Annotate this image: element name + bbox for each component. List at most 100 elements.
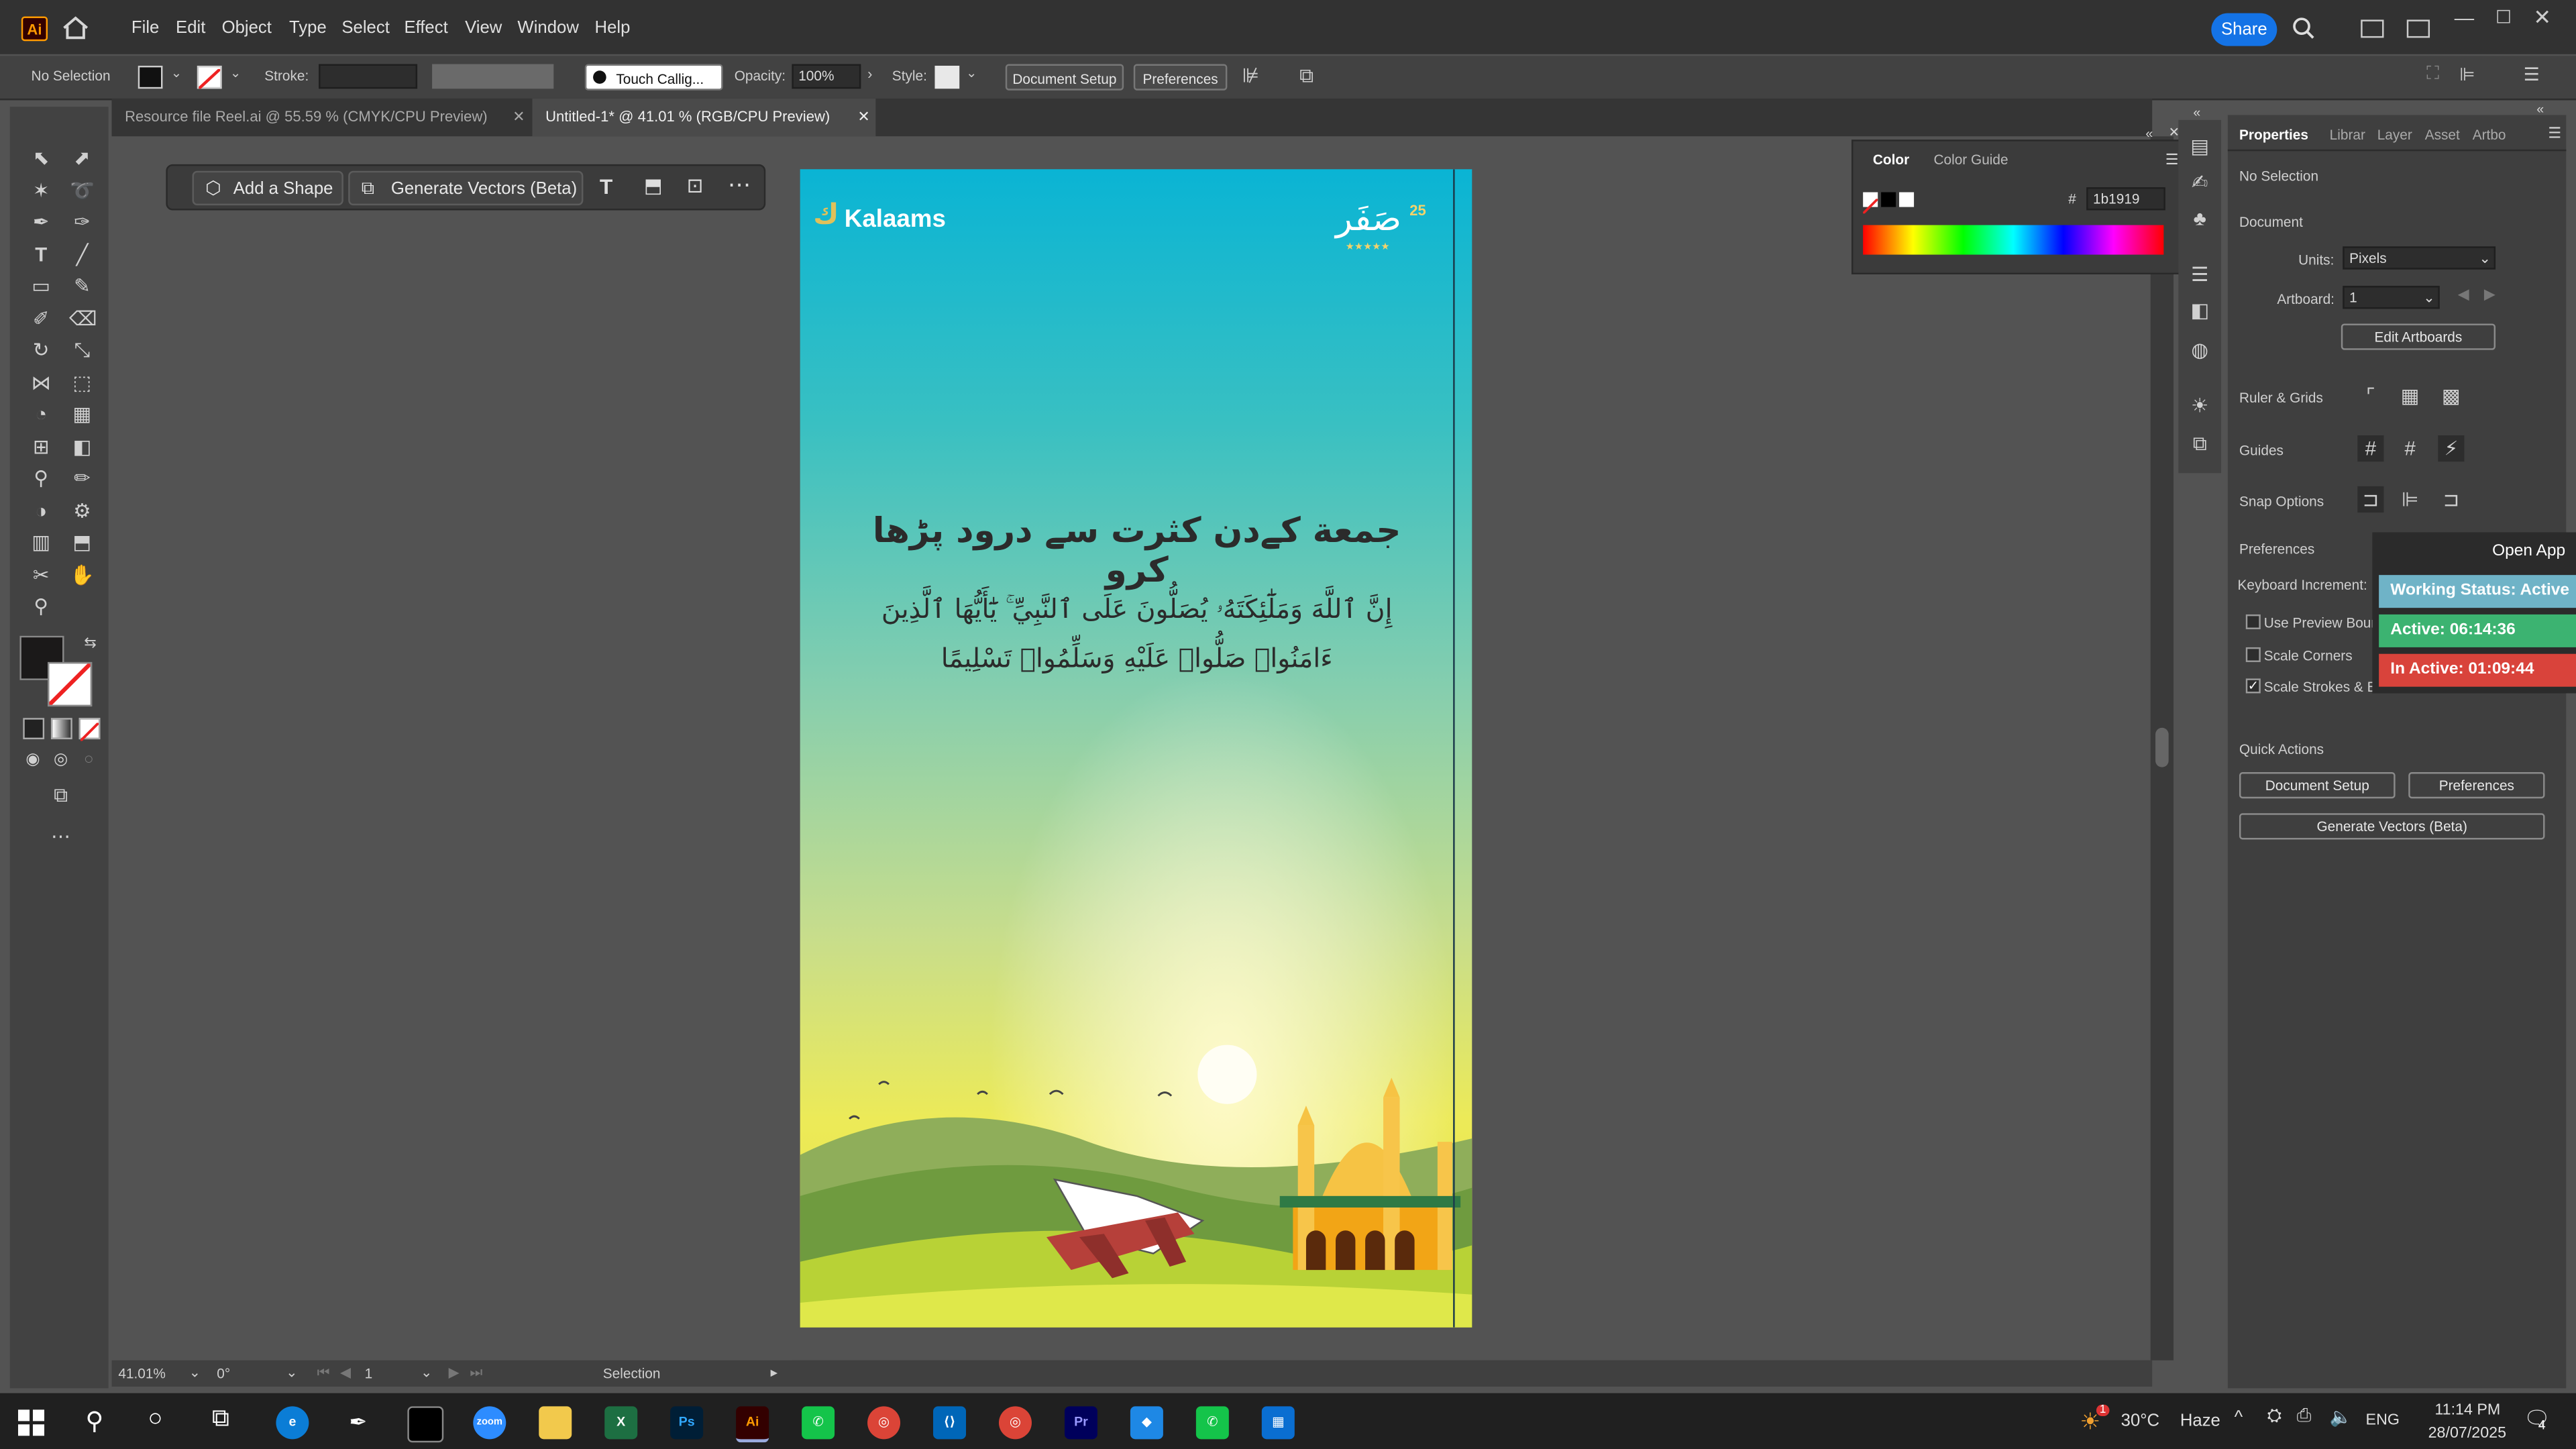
photoshop-icon[interactable]: Ps [670, 1406, 704, 1440]
stroke-swatch[interactable] [197, 65, 222, 90]
menu-window[interactable]: Window [517, 18, 578, 38]
notifications-icon[interactable]: 🗨 [2524, 1406, 2551, 1432]
gradient-mode-icon[interactable] [50, 718, 72, 740]
vertical-scrollbar[interactable] [2150, 136, 2174, 1360]
chevron-down-icon[interactable]: ⌄ [286, 1364, 297, 1382]
libraries-icon[interactable]: ▤ [2187, 133, 2213, 159]
white-swatch[interactable] [1899, 192, 1915, 207]
edge-icon[interactable]: e [276, 1406, 309, 1440]
draw-behind-icon[interactable]: ◎ [48, 747, 74, 773]
task-view-icon[interactable]: ⧉ [212, 1405, 229, 1433]
illustrator-taskbar-icon[interactable]: Ai [736, 1406, 769, 1443]
slice-tool-icon[interactable]: ✂ [28, 562, 54, 588]
type-icon[interactable]: T [600, 174, 612, 199]
chevron-right-icon[interactable]: ▸ [771, 1364, 777, 1382]
tab-asset[interactable]: Asset [2425, 127, 2460, 143]
isolate-icon[interactable]: ⛶ [2426, 64, 2439, 86]
use-preview-bounds-checkbox[interactable] [2245, 614, 2261, 629]
scale-tool-icon[interactable]: ⤡ [69, 337, 95, 363]
tab-layers[interactable]: Layer [2377, 127, 2412, 143]
generate-vectors-button[interactable]: ⧉ Generate Vectors (Beta) [348, 170, 584, 206]
appearance-icon[interactable]: ☀ [2187, 392, 2213, 419]
width-tool-icon[interactable]: ⋈ [28, 370, 54, 396]
align-panel-icon[interactable]: ⊫ [2459, 64, 2475, 85]
blend-tool-icon[interactable]: ◑ [28, 498, 54, 524]
share-button[interactable]: Share [2211, 13, 2277, 46]
lock-guides-icon[interactable]: # [2397, 435, 2423, 462]
file-explorer-icon[interactable] [539, 1406, 572, 1440]
menu-help[interactable]: Help [595, 18, 631, 38]
direct-selection-tool-icon[interactable]: ⬈ [69, 145, 95, 171]
image-trace-icon[interactable]: ⊡ [687, 174, 704, 197]
selection-tool-icon[interactable]: ⬉ [28, 145, 54, 171]
scale-corners-checkbox[interactable] [2245, 647, 2261, 662]
close-icon[interactable]: ✕ [2533, 5, 2551, 31]
none-swatch[interactable] [1862, 192, 1879, 215]
snap-to-pixel-icon[interactable]: ⊫ [2397, 486, 2423, 513]
add-shape-button[interactable]: ⬡ Add a Shape [192, 170, 343, 206]
transform-icon[interactable]: ⧉ [1299, 64, 1313, 89]
gradient-panel-icon[interactable]: ◧ [2187, 297, 2213, 323]
symbol-sprayer-icon[interactable]: ⚙ [69, 498, 95, 524]
preferences-button[interactable]: Preferences [1133, 64, 1228, 91]
zoom-icon[interactable]: zoom [473, 1406, 506, 1440]
artboard-tool-icon[interactable]: ⬒ [69, 529, 95, 555]
artboard[interactable]: ﻙ Kalaams صَفَر 25 ★★★★★ جمعة کےدن کثرت … [800, 169, 1472, 1328]
gradient-tool-icon[interactable]: ◧ [69, 434, 95, 460]
smart-guides-icon[interactable]: ⚡ [2438, 435, 2465, 462]
curvature-tool-icon[interactable]: ✑ [69, 209, 95, 235]
screen-mode-icon[interactable]: ⧉ [48, 782, 74, 808]
fill-swatch[interactable] [138, 65, 163, 89]
workspace-icon[interactable] [2361, 19, 2384, 38]
chevron-right-icon[interactable]: › [867, 66, 872, 82]
stroke-color-box[interactable] [48, 661, 93, 707]
graphic-style-swatch[interactable] [934, 65, 960, 89]
qa-generate-vectors-button[interactable]: Generate Vectors (Beta) [2239, 813, 2545, 840]
tab-resource-file[interactable]: Resource file Reel.ai @ 55.59 % (CMYK/CP… [111, 98, 531, 137]
collapse-icon[interactable]: « [2536, 102, 2544, 117]
symbols-icon[interactable]: ♣ [2187, 205, 2213, 231]
search-icon[interactable]: ⚲ [85, 1406, 103, 1436]
edit-artboards-button[interactable]: Edit Artboards [2341, 323, 2496, 350]
graph-tool-icon[interactable]: ▥ [28, 529, 54, 555]
document-setup-button[interactable]: Document Setup [1005, 64, 1124, 91]
network-icon[interactable]: ⎙ [2297, 1406, 2312, 1428]
menu-object[interactable]: Object [222, 18, 272, 38]
scale-strokes-checkbox[interactable]: ✓ [2245, 678, 2261, 694]
tab-color[interactable]: Color [1873, 151, 1909, 167]
volume-icon[interactable]: 🔈 [2330, 1406, 2353, 1428]
eraser-icon[interactable]: ⌫ [69, 306, 97, 332]
tab-artboards[interactable]: Artbo [2473, 127, 2506, 143]
pen-app-icon[interactable]: ✒ [341, 1406, 374, 1439]
color-spectrum[interactable] [1863, 225, 2164, 255]
close-icon[interactable]: ✕ [513, 99, 525, 136]
artboard-number[interactable]: 1 [365, 1365, 373, 1381]
prev-artboard-icon[interactable]: ◀ [340, 1364, 351, 1382]
snap-to-glyph-icon[interactable]: ⊐ [2438, 486, 2464, 513]
calculator-icon[interactable]: ▦ [1261, 1406, 1295, 1440]
chevron-down-icon[interactable]: ⌄ [966, 66, 977, 80]
hex-input[interactable]: 1b1919 [2086, 187, 2165, 211]
grid-icon[interactable]: ▦ [2397, 383, 2423, 409]
menu-type[interactable]: Type [289, 18, 327, 38]
more-tools-icon[interactable]: ⋯ [48, 823, 74, 849]
none-mode-icon[interactable] [78, 718, 101, 742]
eyedropper-icon[interactable]: ⚲ [28, 465, 54, 491]
mesh-tool-icon[interactable]: ⊞ [28, 434, 54, 460]
stroke-panel-icon[interactable]: ☰ [2187, 261, 2213, 287]
next-artboard-icon[interactable]: ▶ [449, 1364, 460, 1382]
chevron-down-icon[interactable]: ⌄ [189, 1364, 201, 1382]
paintbrush-icon[interactable]: ✎ [69, 273, 95, 299]
perspective-grid-icon[interactable]: ▦ [69, 401, 95, 427]
phone-app-2-icon[interactable]: ✆ [1195, 1406, 1229, 1440]
pen-tool-icon[interactable]: ✒ [28, 209, 54, 235]
menu-file[interactable]: File [131, 18, 159, 38]
rectangle-tool-icon[interactable]: ▭ [28, 273, 54, 299]
color-mode-icon[interactable] [23, 718, 45, 740]
black-swatch[interactable] [1881, 192, 1896, 207]
vscode-icon[interactable]: ⟨⟩ [933, 1406, 967, 1440]
weather-temperature[interactable]: 30°C [2121, 1411, 2159, 1431]
chevron-down-icon[interactable]: ⌄ [230, 66, 241, 80]
chrome-icon[interactable]: ◎ [867, 1406, 901, 1440]
magic-wand-icon[interactable]: ✶ [28, 177, 54, 203]
